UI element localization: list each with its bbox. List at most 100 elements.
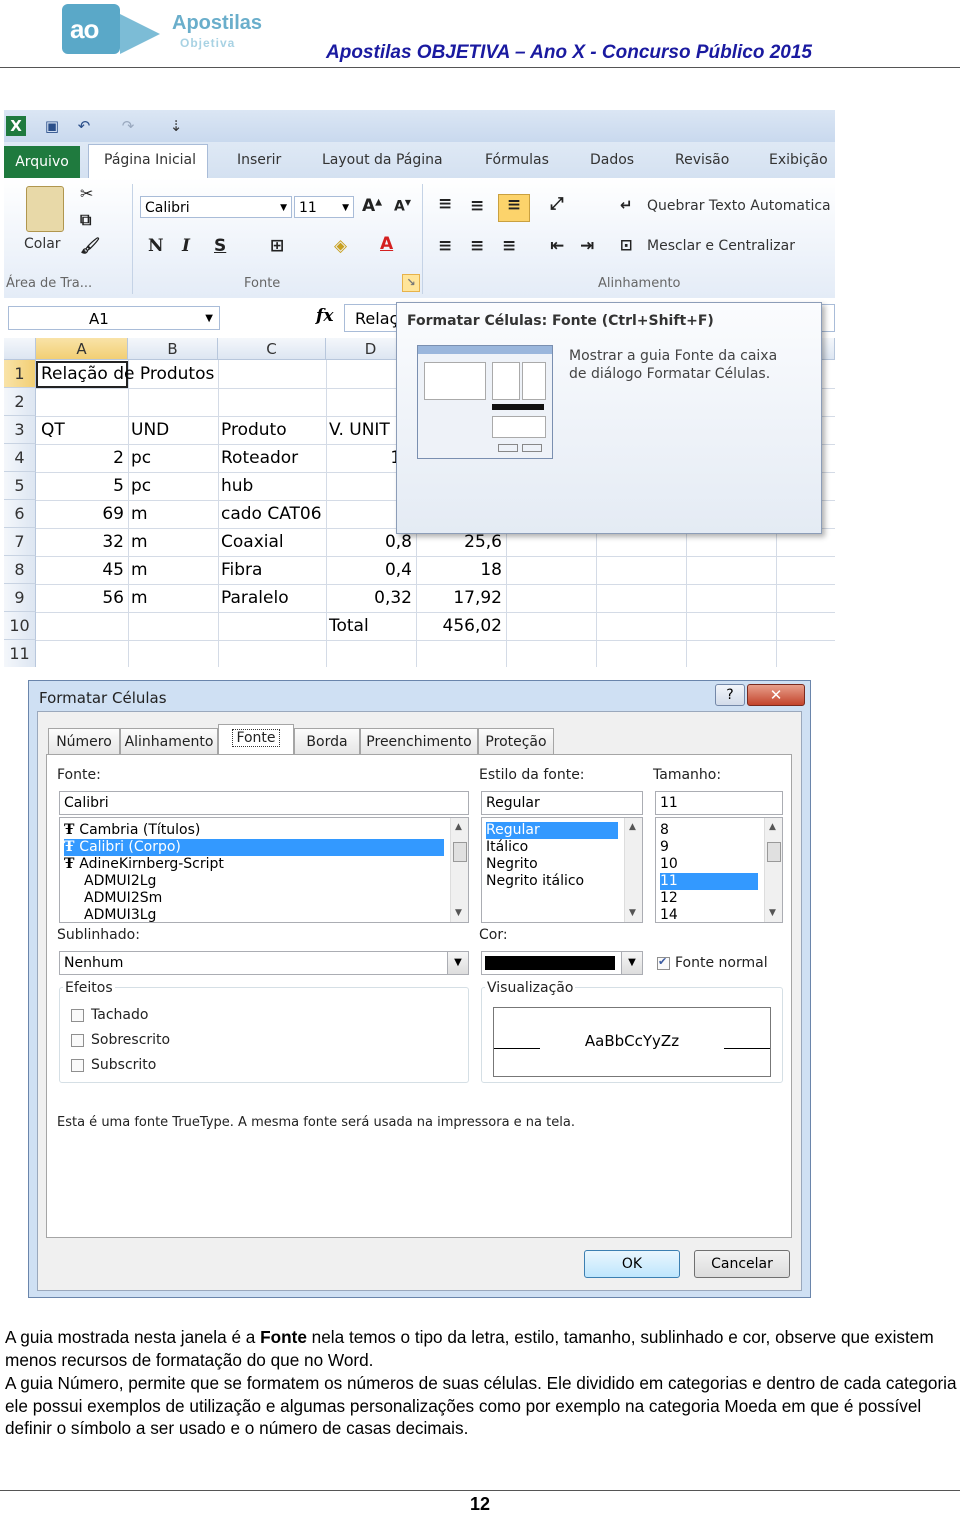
cell[interactable]: Produto (221, 416, 287, 444)
cut-icon[interactable]: ✂ (80, 184, 93, 203)
paste-icon[interactable] (26, 186, 64, 232)
cell[interactable]: 56 (36, 584, 124, 612)
cell[interactable]: Coaxial (221, 528, 284, 556)
row-header[interactable]: 2 (4, 388, 36, 416)
cancel-button[interactable]: Cancelar (694, 1250, 790, 1278)
superscript-checkbox[interactable] (71, 1034, 84, 1047)
cell[interactable]: Roteador (221, 444, 298, 472)
tab-layout[interactable]: Layout da Página (322, 152, 443, 168)
list-item[interactable]: Ŧ AdineKirnberg-Script (64, 856, 224, 873)
cell[interactable]: Paralelo (221, 584, 289, 612)
superscript-label[interactable]: Sobrescrito (91, 1032, 170, 1048)
size-list[interactable]: 8 9 10 11 12 14 ▲ ▼ (655, 817, 783, 923)
row-header[interactable]: 4 (4, 444, 36, 472)
cell[interactable]: 18 (416, 556, 502, 584)
row-header[interactable]: 6 (4, 500, 36, 528)
subscript-checkbox[interactable] (71, 1059, 84, 1072)
scroll-down-icon[interactable]: ▼ (629, 908, 636, 918)
font-size-combo[interactable]: 11 ▼ (294, 196, 354, 218)
cell[interactable]: m (131, 528, 148, 556)
cell[interactable]: cado CAT06 (221, 500, 322, 528)
cell-a1[interactable]: Relação de Produtos (41, 360, 214, 388)
cell[interactable]: 0,4 (326, 556, 412, 584)
help-button[interactable]: ? (715, 684, 745, 706)
row-header[interactable]: 10 (4, 612, 36, 640)
cell[interactable]: 17,92 (416, 584, 502, 612)
tab-inserir[interactable]: Inserir (237, 152, 281, 168)
row-header[interactable]: 11 (4, 640, 36, 667)
scroll-thumb[interactable] (453, 842, 467, 862)
tab-formulas[interactable]: Fórmulas (485, 152, 549, 168)
chevron-down-icon[interactable]: ▼ (447, 952, 468, 974)
list-item-selected[interactable]: Regular (486, 822, 618, 839)
italic-button[interactable]: I (182, 236, 190, 256)
list-item[interactable]: 8 (660, 822, 669, 839)
tab-preenchimento[interactable]: Preenchimento (360, 728, 478, 754)
list-item[interactable]: Negrito (486, 856, 538, 873)
tab-revisao[interactable]: Revisão (675, 152, 729, 168)
decrease-indent-icon[interactable]: ⇤ (550, 236, 564, 256)
tab-dados[interactable]: Dados (590, 152, 634, 168)
scrollbar[interactable]: ▲ ▼ (624, 818, 642, 922)
scroll-down-icon[interactable]: ▼ (455, 908, 462, 918)
close-button[interactable]: ✕ (747, 684, 805, 706)
cell[interactable]: m (131, 500, 148, 528)
cell[interactable]: 5 (36, 472, 124, 500)
list-item-selected[interactable]: Ŧ Calibri (Corpo) (64, 839, 444, 856)
align-center-icon[interactable]: ≡ (470, 236, 484, 256)
select-all-corner[interactable] (4, 338, 36, 360)
scrollbar[interactable]: ▲ ▼ (764, 818, 782, 922)
align-left-icon[interactable]: ≡ (438, 236, 452, 256)
strikethrough-label[interactable]: Tachado (91, 1007, 148, 1023)
list-item-selected[interactable]: 11 (660, 873, 758, 890)
list-item[interactable]: Negrito itálico (486, 873, 584, 890)
align-top-icon[interactable]: ≡ (438, 194, 452, 214)
chevron-down-icon[interactable]: ▼ (621, 952, 642, 974)
ok-button[interactable]: OK (584, 1250, 680, 1278)
fill-color-icon[interactable]: ◈ (334, 236, 347, 256)
cell[interactable]: 32 (36, 528, 124, 556)
font-list[interactable]: Ŧ Cambria (Títulos) Ŧ Calibri (Corpo) Ŧ … (59, 817, 469, 923)
redo-icon[interactable]: ↷ (118, 116, 138, 136)
strikethrough-checkbox[interactable] (71, 1009, 84, 1022)
style-input[interactable]: Regular (481, 791, 643, 815)
style-list[interactable]: Regular Itálico Negrito Negrito itálico … (481, 817, 643, 923)
list-item[interactable]: Itálico (486, 839, 528, 856)
row-header[interactable]: 8 (4, 556, 36, 584)
cell[interactable]: 69 (36, 500, 124, 528)
align-middle-icon[interactable]: ≡ (470, 196, 484, 216)
col-header-b[interactable]: B (128, 338, 218, 360)
col-header-c[interactable]: C (218, 338, 326, 360)
row-header[interactable]: 9 (4, 584, 36, 612)
list-item[interactable]: ADMUI2Lg (84, 873, 156, 890)
cell[interactable]: 45 (36, 556, 124, 584)
font-color-icon[interactable]: A (380, 234, 393, 254)
cell[interactable]: m (131, 556, 148, 584)
list-item[interactable]: Ŧ Cambria (Títulos) (64, 822, 200, 839)
font-dialog-launcher-icon[interactable]: ↘ (402, 274, 420, 292)
borders-icon[interactable]: ⊞ (270, 236, 284, 256)
list-item[interactable]: 10 (660, 856, 678, 873)
list-item[interactable]: ADMUI2Sm (84, 890, 162, 907)
format-painter-icon[interactable]: 🖌 (80, 236, 100, 255)
normal-font-checkbox[interactable] (657, 955, 670, 970)
orientation-icon[interactable]: ⤢ (550, 194, 564, 214)
name-box[interactable]: A1 ▼ (8, 306, 220, 330)
cell[interactable]: QT (41, 416, 65, 444)
cell[interactable]: 456,02 (416, 612, 502, 640)
list-item[interactable]: 14 (660, 907, 678, 922)
underline-select[interactable]: Nenhum ▼ (59, 951, 469, 975)
paste-label[interactable]: Colar (24, 236, 61, 252)
undo-icon[interactable]: ↶ (74, 116, 94, 136)
cell[interactable]: V. UNIT (329, 416, 390, 444)
row-header[interactable]: 3 (4, 416, 36, 444)
row-header[interactable]: 7 (4, 528, 36, 556)
merge-center-label[interactable]: Mesclar e Centralizar (647, 238, 795, 254)
cell[interactable]: pc (131, 444, 151, 472)
row-header[interactable]: 1 (4, 360, 36, 388)
cell[interactable]: hub (221, 472, 253, 500)
tab-protecao[interactable]: Proteção (478, 728, 554, 754)
fx-icon[interactable]: fx (316, 306, 333, 326)
color-select[interactable]: ▼ (481, 951, 643, 975)
bold-button[interactable]: N (148, 236, 164, 256)
